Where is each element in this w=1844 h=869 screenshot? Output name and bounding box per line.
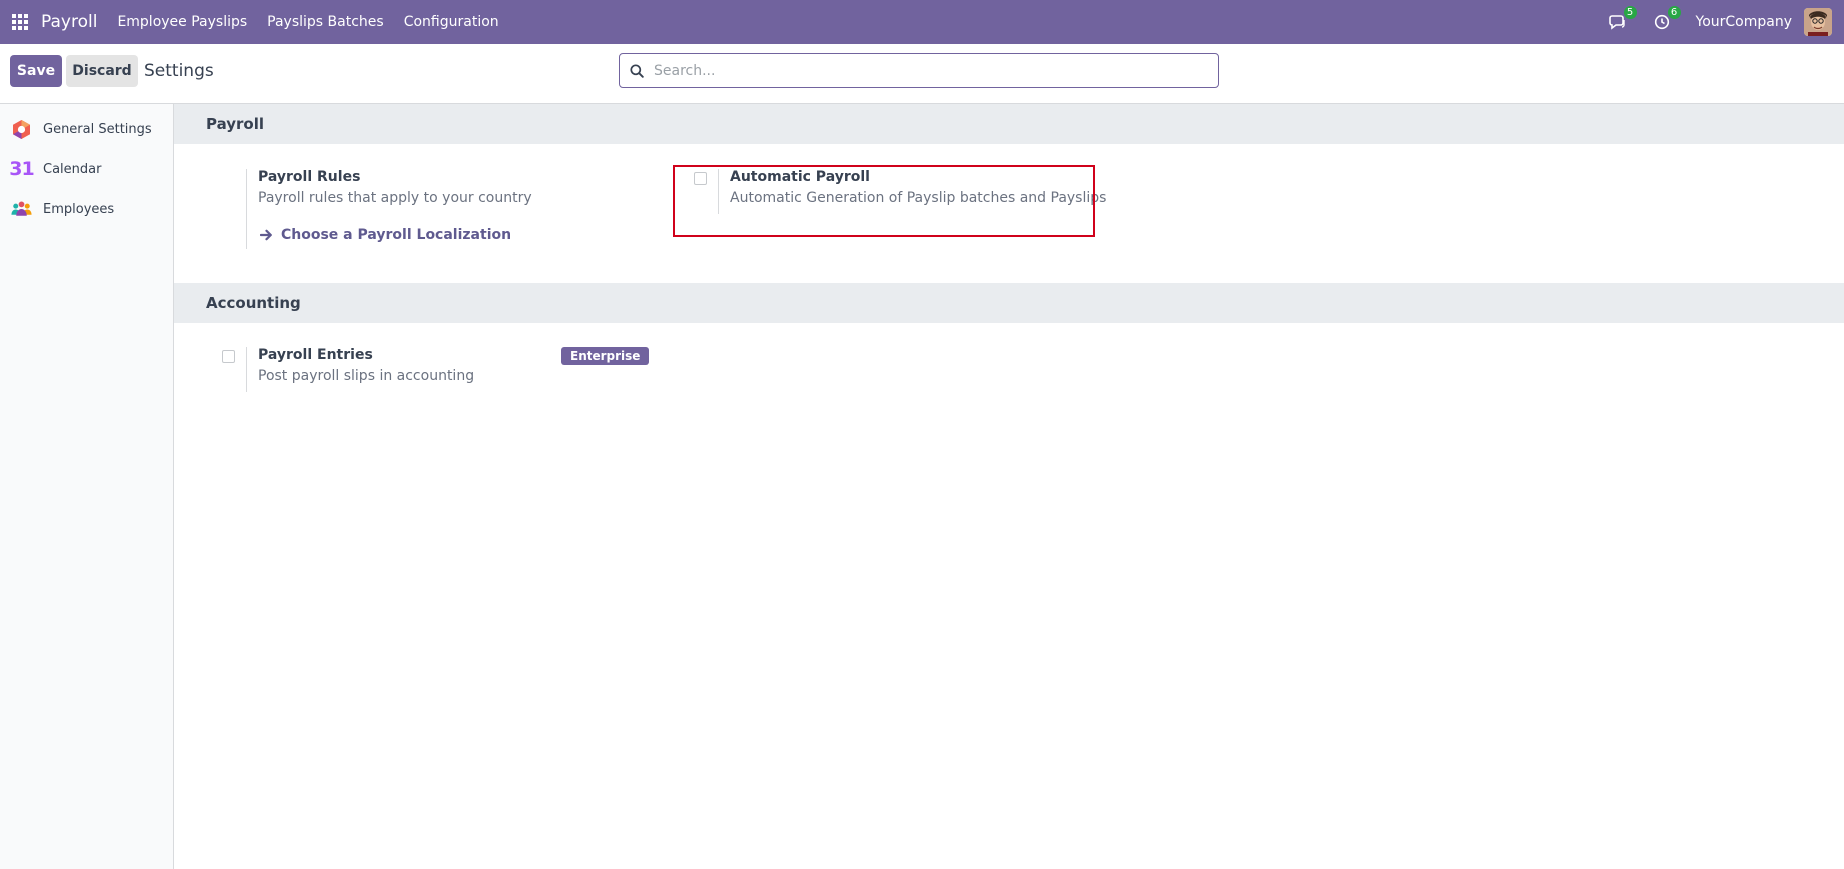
sidebar-item-label: Employees — [43, 201, 115, 217]
employees-icon — [10, 198, 33, 221]
activities-clock-icon[interactable]: 6 — [1652, 6, 1681, 32]
general-settings-icon — [10, 118, 33, 141]
top-navbar: Payroll Employee Payslips Payslips Batch… — [0, 0, 1844, 44]
settings-main: Payroll Payroll Rules Payroll rules that… — [174, 104, 1844, 869]
enterprise-badge[interactable]: Enterprise — [561, 347, 650, 365]
search-icon — [630, 63, 644, 78]
arrow-right-icon — [260, 229, 272, 241]
control-panel: Save Discard Settings — [0, 44, 1844, 104]
menu-configuration[interactable]: Configuration — [404, 14, 499, 30]
setting-payroll-entries: Payroll Entries Post payroll slips in ac… — [246, 347, 546, 392]
search-bar[interactable] — [619, 53, 1219, 88]
sidebar-item-label: General Settings — [43, 121, 152, 137]
user-avatar[interactable] — [1804, 8, 1832, 36]
sidebar-item-calendar[interactable]: 31 Calendar — [0, 149, 173, 189]
payroll-entries-description: Post payroll slips in accounting — [258, 368, 475, 384]
app-brand[interactable]: Payroll — [41, 12, 97, 32]
section-header-accounting: Accounting — [174, 283, 1844, 323]
save-button[interactable]: Save — [10, 55, 62, 87]
section-header-payroll: Payroll — [174, 104, 1844, 144]
messages-count-badge: 5 — [1623, 6, 1637, 19]
menu-payslips-batches[interactable]: Payslips Batches — [267, 14, 384, 30]
highlight-box — [673, 165, 1095, 237]
sidebar-item-general-settings[interactable]: General Settings — [0, 109, 173, 149]
settings-sidebar: General Settings 31 Calendar Employees — [0, 104, 174, 869]
page-title: Settings — [144, 61, 214, 81]
company-switcher[interactable]: YourCompany — [1696, 14, 1793, 30]
payroll-entries-title: Payroll Entries — [258, 347, 373, 363]
payroll-rules-description: Payroll rules that apply to your country — [258, 190, 532, 206]
search-input[interactable] — [654, 62, 1194, 79]
payroll-rules-title: Payroll Rules — [258, 169, 361, 185]
menu-employee-payslips[interactable]: Employee Payslips — [117, 14, 247, 30]
calendar-icon: 31 — [9, 158, 34, 180]
sidebar-item-label: Calendar — [43, 161, 102, 177]
payroll-entries-checkbox[interactable] — [222, 350, 235, 363]
activities-count-badge: 6 — [1667, 6, 1681, 19]
setting-payroll-rules: Payroll Rules Payroll rules that apply t… — [246, 169, 576, 249]
choose-payroll-localization-link[interactable]: Choose a Payroll Localization — [260, 227, 511, 243]
sidebar-item-employees[interactable]: Employees — [0, 189, 173, 229]
discard-button[interactable]: Discard — [66, 55, 138, 87]
messages-icon[interactable]: 5 — [1608, 6, 1637, 32]
apps-menu-icon[interactable] — [0, 0, 40, 44]
